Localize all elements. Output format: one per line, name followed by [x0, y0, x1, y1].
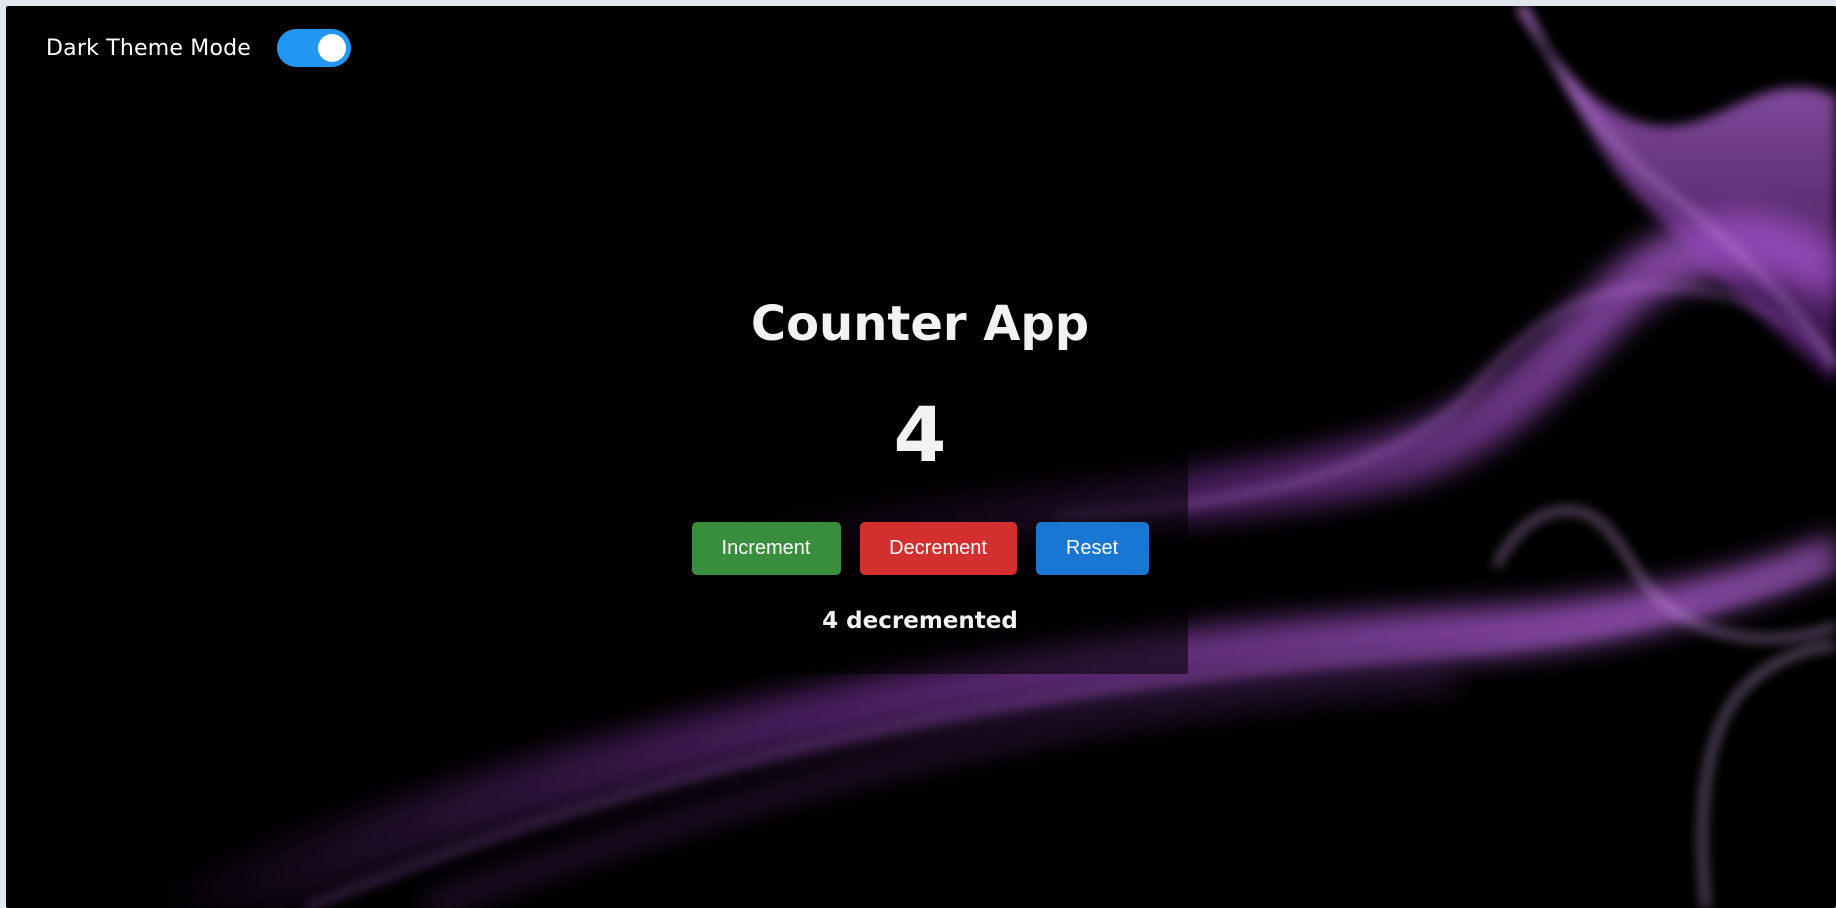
increment-button[interactable]: Increment	[691, 522, 841, 575]
counter-panel: Counter App 4 Increment Decrement Reset …	[652, 274, 1188, 674]
dark-theme-toggle[interactable]	[277, 29, 352, 67]
button-row: Increment Decrement Reset	[652, 522, 1188, 575]
page-title: Counter App	[750, 296, 1090, 352]
app-window: Dark Theme Mode Counter App 4 Increment …	[6, 6, 1836, 908]
status-message: 4 decremented	[822, 608, 1018, 634]
theme-toggle-label: Dark Theme Mode	[46, 35, 252, 61]
reset-button[interactable]: Reset	[1035, 522, 1149, 575]
toggle-knob	[318, 34, 347, 62]
counter-value: 4	[893, 390, 947, 479]
decrement-button[interactable]: Decrement	[859, 522, 1017, 575]
theme-toggle-row: Dark Theme Mode	[46, 26, 352, 70]
